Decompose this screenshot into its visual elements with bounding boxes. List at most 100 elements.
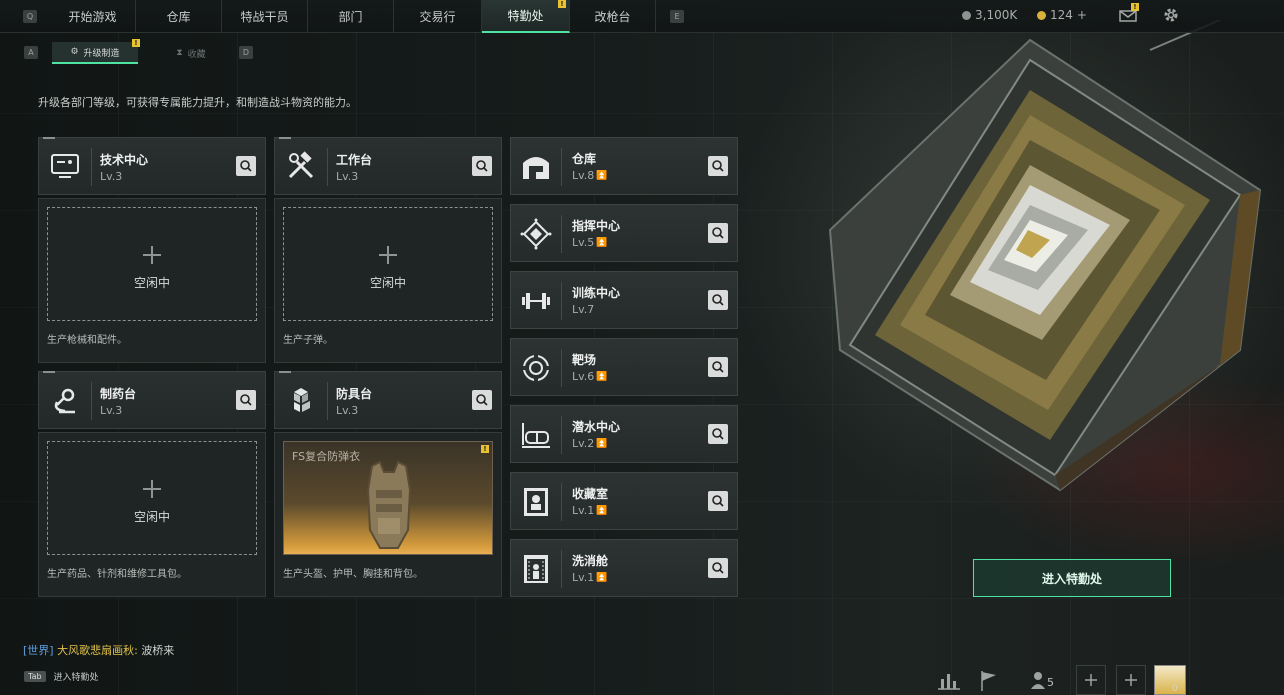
search-button[interactable] [708,558,728,578]
currency-a[interactable]: 3,100K [962,8,1017,22]
command-icon [520,218,552,250]
facility-pharmacy-header[interactable]: 制药台 Lv.3 [38,371,266,429]
tab-gunsmith[interactable]: 改枪台 [570,0,656,33]
flag-icon[interactable] [974,665,1004,695]
department-shooting-range[interactable]: 靶场 Lv.6 ⏫ [510,338,738,396]
department-training-center[interactable]: 训练中心 Lv.7 [510,271,738,329]
tab-warehouse[interactable]: 仓库 [136,0,222,33]
divider [91,382,92,420]
search-button[interactable] [472,390,492,410]
monitor-icon [49,150,81,182]
corner-tick [43,137,55,139]
currency-a-value: 3,100K [975,8,1018,22]
search-button[interactable] [708,357,728,377]
tab-departments[interactable]: 部门 [308,0,394,33]
subtab-label: 收藏 [187,49,206,60]
search-icon [712,495,724,507]
tab-label: 特战干员 [240,10,289,24]
hourglass-icon: ⧗ [176,48,183,58]
stats-chart-icon[interactable] [934,665,964,695]
gold-coin-icon [1037,10,1046,20]
department-collection-room[interactable]: 收藏室 Lv.1 ⏫ [510,472,738,530]
facility-level: Lv.3 [336,170,359,183]
search-button[interactable] [708,223,728,243]
facility-level: Lv.3 [100,404,123,417]
facility-armor-bench-header[interactable]: 防具台 Lv.3 [274,371,502,429]
department-name: 收藏室 [572,487,609,501]
player-avatar[interactable] [1154,665,1186,695]
bust-icon [520,486,552,518]
divider [561,416,562,454]
production-slot[interactable]: 空闲中 [283,207,493,321]
add-currency-button[interactable]: + [1077,8,1087,22]
facility-note: 生产药品、针剂和维修工具包。 [47,569,187,580]
facility-pharmacy-body: 空闲中 生产药品、针剂和维修工具包。 [38,432,266,597]
enter-special-ops-button[interactable]: 进入特勤处 [973,559,1171,597]
facility-armor-bench-body: FS复合防弹衣 ! 生产头盔、护甲、胸挂和背包。 [274,432,502,597]
tab-label: 交易行 [419,10,456,24]
next-tab-key[interactable]: E [670,10,684,23]
department-command-center[interactable]: 指挥中心 Lv.5 ⏫ [510,204,738,262]
add-teammate-button[interactable] [1116,665,1146,695]
add-friend-button[interactable] [1076,665,1106,695]
production-slot[interactable]: 空闲中 [47,441,257,555]
facility-level: Lv.3 [336,404,359,417]
mail-icon[interactable]: ! [1119,3,1139,22]
department-level-row: Lv.8 ⏫ [572,169,608,182]
top-nav-bar: Q 开始游戏 仓库 特战干员 部门 交易行 特勤处 ! 改枪台 E 3,100K… [0,0,1284,33]
department-level: Lv.1 [572,504,595,517]
tab-start-game[interactable]: 开始游戏 [50,0,136,33]
search-button[interactable] [236,156,256,176]
facility-workbench-header[interactable]: 工作台 Lv.3 [274,137,502,195]
search-button[interactable] [708,424,728,444]
tab-key: Tab [24,671,46,682]
facility-name: 技术中心 [100,153,149,167]
settings-gear-icon[interactable] [1162,6,1180,24]
facility-note: 生产枪械和配件。 [47,335,127,346]
search-icon [712,227,724,239]
facility-name: 工作台 [336,153,373,167]
armor-cubes-icon [285,384,317,416]
currency-b-value: 124 [1050,8,1073,22]
department-level: Lv.6 [572,370,595,383]
department-level-row: Lv.1 ⏫ [572,571,608,584]
body-armor-icon [366,460,412,549]
chat-sender: 大风歌悲扇画秋: [57,644,138,657]
search-button[interactable] [708,491,728,511]
upgrade-arrow-icon: ⏫ [596,506,608,516]
subtab-collection[interactable]: ⧗ 收藏 [156,42,226,64]
corner-tick [279,137,291,139]
search-button[interactable] [708,156,728,176]
search-button[interactable] [708,290,728,310]
crafting-item-card[interactable]: FS复合防弹衣 ! [283,441,493,555]
facility-tech-center-body: 空闲中 生产枪械和配件。 [38,198,266,363]
tab-key-hint[interactable]: Tab 进入特勤处 [24,670,99,683]
slot-status: 空闲中 [133,276,170,290]
department-level-row: Lv.2 ⏫ [572,437,608,450]
next-subtab-key[interactable]: D [239,46,253,59]
search-button[interactable] [236,390,256,410]
search-button[interactable] [472,156,492,176]
department-name: 潜水中心 [572,420,621,434]
department-warehouse[interactable]: 仓库 Lv.8 ⏫ [510,137,738,195]
production-slot[interactable]: 空闲中 [47,207,257,321]
department-diving-center[interactable]: 潜水中心 Lv.2 ⏫ [510,405,738,463]
prev-tab-key[interactable]: Q [23,10,37,23]
chat-line[interactable]: [世界] 大风歌悲扇画秋: 波桥来 [23,642,174,658]
subtab-upgrade-craft[interactable]: ⚙ 升级制造 ! [52,39,140,64]
department-level-row: Lv.6 ⏫ [572,370,608,383]
tab-trading[interactable]: 交易行 [394,0,482,33]
department-decon-chamber[interactable]: 洗消舱 Lv.1 ⏫ [510,539,738,597]
slot-status: 空闲中 [369,276,406,290]
upgrade-arrow-icon: ⏫ [596,439,608,449]
tab-special-ops[interactable]: 特勤处 ! [482,0,570,33]
facility-tech-center-header[interactable]: 技术中心 Lv.3 [38,137,266,195]
prev-subtab-key[interactable]: A [24,46,38,59]
plus-icon [1125,674,1137,686]
notification-badge: ! [558,0,566,8]
currency-b[interactable]: 124 + [1037,8,1087,22]
search-icon [712,428,724,440]
dumbbell-icon [520,285,552,317]
tab-label: 部门 [338,10,363,24]
tab-operators[interactable]: 特战干员 [222,0,308,33]
